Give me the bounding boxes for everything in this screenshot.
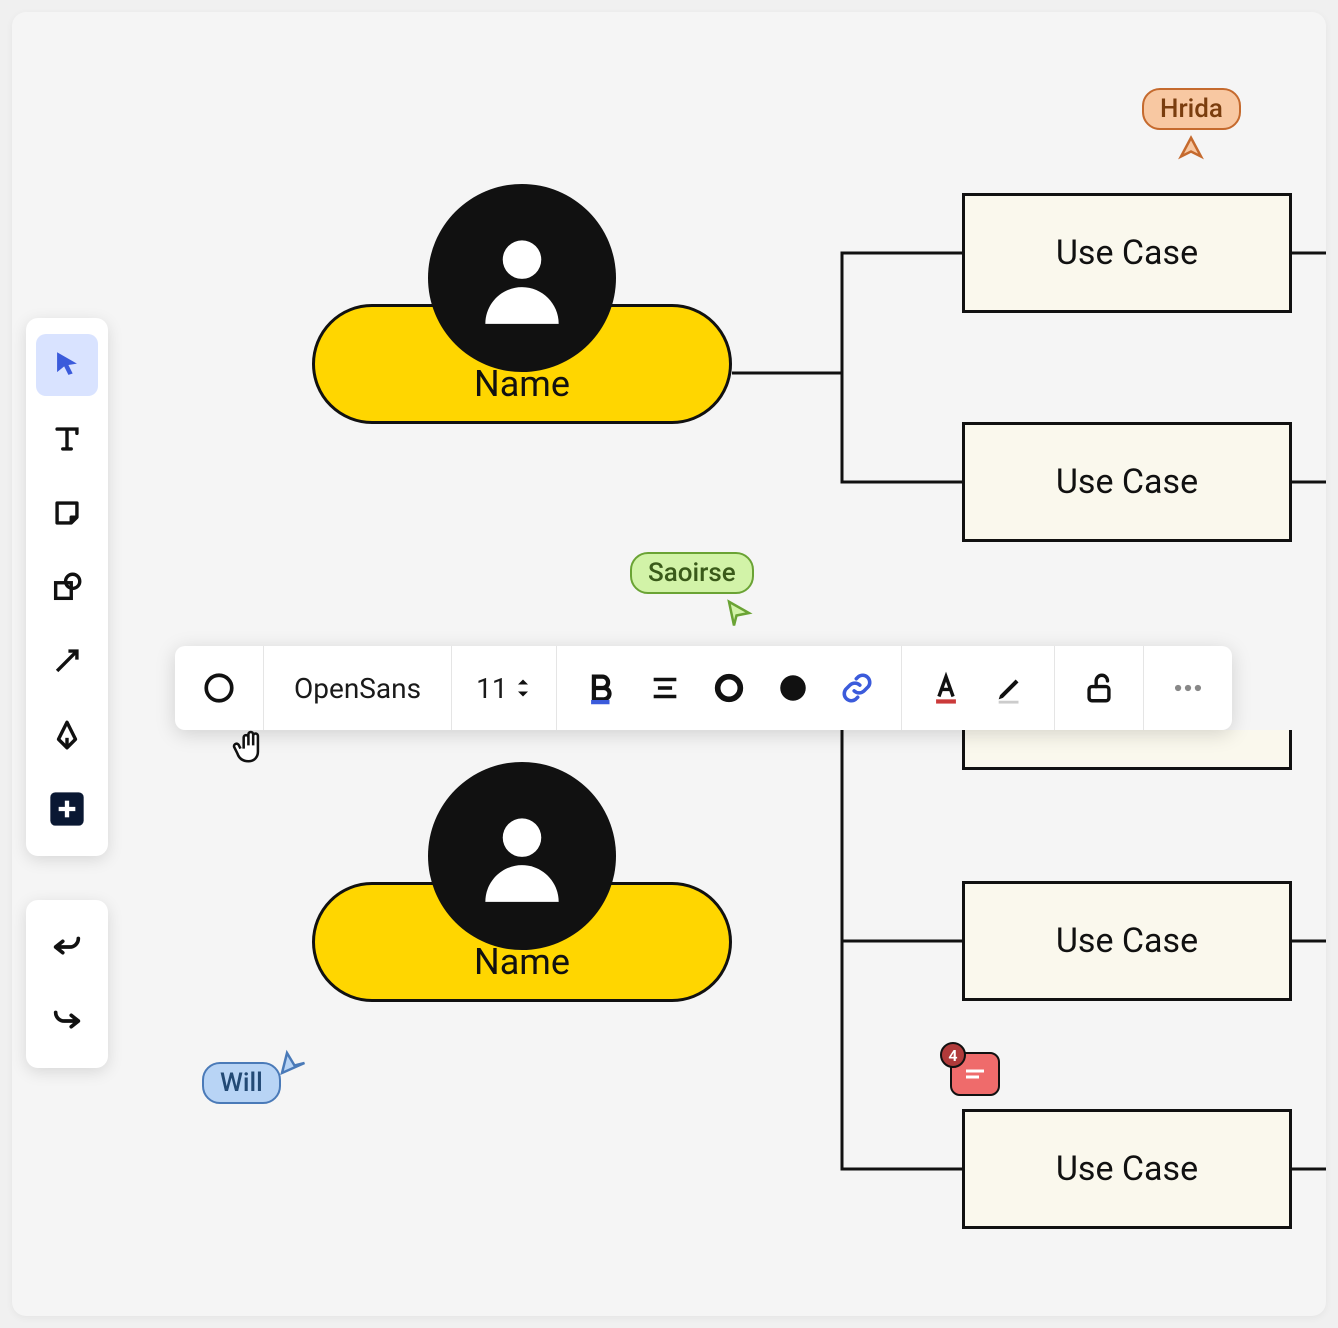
- font-size-value[interactable]: 11: [476, 672, 507, 705]
- shape-tool[interactable]: [36, 556, 98, 618]
- collaborator-cursor-saoirse: Saoirse: [630, 552, 754, 628]
- actor-avatar-icon: [428, 762, 616, 950]
- stroke-button[interactable]: [705, 664, 753, 712]
- circle-filled-icon: [776, 671, 810, 705]
- cursor-pointer-icon: [724, 598, 754, 628]
- sticky-note-icon: [50, 496, 84, 530]
- comment-lines-icon: [963, 1067, 987, 1081]
- ellipsis-icon: [1171, 671, 1205, 705]
- collaborator-badge: Hrida: [1142, 88, 1241, 130]
- pen-tool[interactable]: [36, 704, 98, 766]
- circle-outline-thick-icon: [712, 671, 746, 705]
- unlock-icon: [1082, 671, 1116, 705]
- collaborator-cursor-hrida: Hrida: [1142, 88, 1241, 164]
- lock-button[interactable]: [1075, 664, 1123, 712]
- usecase-label: Use Case: [1056, 921, 1198, 961]
- grab-cursor-icon: [231, 728, 269, 766]
- font-size-stepper[interactable]: [514, 677, 532, 699]
- comment-bubble[interactable]: 4: [950, 1052, 1000, 1096]
- text-tool[interactable]: [36, 408, 98, 470]
- fill-button[interactable]: [769, 664, 817, 712]
- shape-style-button[interactable]: [195, 664, 243, 712]
- usecase-box-4[interactable]: Use Case: [962, 1109, 1292, 1229]
- arrow-tool[interactable]: [36, 630, 98, 692]
- chevron-down-icon: [514, 689, 532, 699]
- font-family-selector[interactable]: OpenSans: [276, 672, 439, 705]
- bold-button[interactable]: [577, 664, 625, 712]
- collaborator-badge: Saoirse: [630, 552, 754, 594]
- usecase-box-2[interactable]: Use Case: [962, 422, 1292, 542]
- diagram-canvas[interactable]: Name Name Use Case Use Case Use Case Use…: [12, 12, 1326, 1316]
- pen-nib-icon: [50, 718, 84, 752]
- link-icon: [840, 671, 874, 705]
- usecase-box-1[interactable]: Use Case: [962, 193, 1292, 313]
- align-button[interactable]: [641, 664, 689, 712]
- bold-icon: [584, 671, 618, 705]
- usecase-label: Use Case: [1056, 462, 1198, 502]
- chevron-up-icon: [514, 677, 532, 687]
- edit-button[interactable]: [986, 664, 1034, 712]
- history-sidebar: [26, 900, 108, 1068]
- cursor-pointer-icon: [277, 1048, 307, 1078]
- actor-avatar-icon: [428, 184, 616, 372]
- more-button[interactable]: [1164, 664, 1212, 712]
- text-color-icon: [929, 671, 963, 705]
- text-color-button[interactable]: [922, 664, 970, 712]
- align-center-icon: [648, 671, 682, 705]
- undo-button[interactable]: [36, 916, 98, 978]
- link-button[interactable]: [833, 664, 881, 712]
- collaborator-cursor-will: Will: [202, 1044, 307, 1104]
- pencil-icon: [993, 671, 1027, 705]
- redo-icon: [50, 1004, 84, 1038]
- usecase-label: Use Case: [1056, 1149, 1198, 1189]
- collaborator-badge: Will: [202, 1062, 281, 1104]
- arrow-icon: [50, 644, 84, 678]
- cursor-pointer-icon: [1176, 134, 1206, 164]
- actor-node-1[interactable]: Name: [312, 304, 732, 424]
- cursor-arrow-icon: [50, 348, 84, 382]
- contextual-toolbar: OpenSans 11: [175, 646, 1232, 730]
- select-tool[interactable]: [36, 334, 98, 396]
- comment-count-badge: 4: [940, 1042, 966, 1068]
- shapes-icon: [50, 570, 84, 604]
- undo-icon: [50, 930, 84, 964]
- usecase-box-hidden[interactable]: [962, 730, 1292, 770]
- tools-sidebar: [26, 318, 108, 856]
- add-tool[interactable]: [36, 778, 98, 840]
- usecase-label: Use Case: [1056, 233, 1198, 273]
- text-icon: [50, 422, 84, 456]
- actor-node-2[interactable]: Name: [312, 882, 732, 1002]
- plus-square-icon: [47, 789, 87, 829]
- sticky-note-tool[interactable]: [36, 482, 98, 544]
- circle-outline-icon: [202, 671, 236, 705]
- redo-button[interactable]: [36, 990, 98, 1052]
- usecase-box-3[interactable]: Use Case: [962, 881, 1292, 1001]
